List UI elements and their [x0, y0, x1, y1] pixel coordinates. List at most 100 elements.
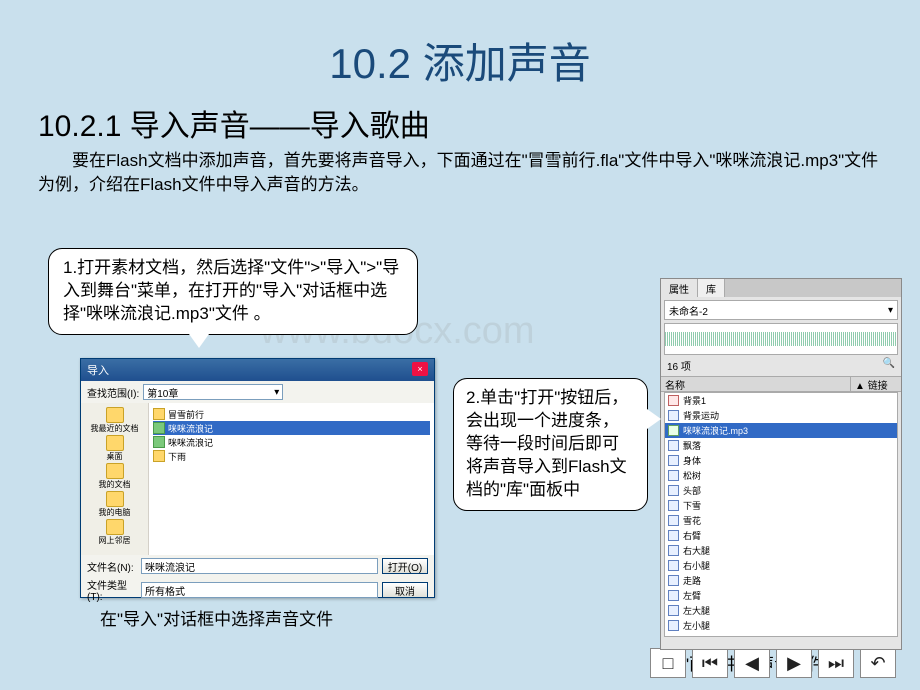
- places-item-label: 我的文档: [86, 479, 144, 490]
- file-name: 冒雪前行: [168, 408, 204, 421]
- library-doc-combo[interactable]: 未命名-2 ▾: [664, 300, 898, 320]
- folder-icon: [106, 519, 124, 535]
- tab-properties[interactable]: 属性: [661, 279, 698, 297]
- places-item-label: 网上邻居: [86, 535, 144, 546]
- nav-next-button[interactable]: ▶: [776, 648, 812, 678]
- filetype-combo[interactable]: 所有格式: [141, 582, 378, 598]
- callout-step-1: 1.打开素材文档，然后选择"文件">"导入">"导入到舞台"菜单，在打开的"导入…: [48, 248, 418, 335]
- file-row[interactable]: 咪咪流浪记: [153, 421, 430, 435]
- library-item[interactable]: 头部: [665, 483, 897, 498]
- places-item-label: 我的电脑: [86, 507, 144, 518]
- col-link[interactable]: ▲ 链接: [851, 377, 901, 391]
- library-item[interactable]: 左小腿: [665, 618, 897, 633]
- places-sidebar: 我最近的文档桌面我的文档我的电脑网上邻居: [81, 403, 149, 555]
- library-item[interactable]: 右大腿: [665, 543, 897, 558]
- library-item-name: 左小腿: [683, 619, 710, 632]
- folder-icon: [106, 407, 124, 423]
- folder-icon: [153, 408, 165, 420]
- library-item[interactable]: 左大腿: [665, 603, 897, 618]
- library-item[interactable]: 飘落: [665, 438, 897, 453]
- intro-paragraph: 要在Flash文档中添加声音，首先要将声音导入，下面通过在"冒雪前行.fla"文…: [38, 149, 882, 197]
- library-item[interactable]: 松树: [665, 468, 897, 483]
- library-item-name: 松树: [683, 469, 701, 482]
- library-item-name: 雪花: [683, 514, 701, 527]
- movieclip-icon: [668, 545, 679, 556]
- dialog-body: 我最近的文档桌面我的文档我的电脑网上邻居 冒雪前行咪咪流浪记咪咪流浪记下雨: [81, 403, 434, 555]
- movieclip-icon: [668, 500, 679, 511]
- library-panel: 属性 库 未命名-2 ▾ 16 项 🔍 名称 ▲ 链接 背景1背景运动咪咪流浪记…: [660, 278, 902, 650]
- chevron-down-icon: ▾: [274, 387, 279, 398]
- file-row[interactable]: 冒雪前行: [153, 407, 430, 421]
- chevron-down-icon: ▾: [888, 305, 893, 316]
- search-icon[interactable]: 🔍: [883, 358, 895, 373]
- library-item-name: 背景运动: [683, 409, 719, 422]
- filename-label: 文件名(N):: [87, 559, 137, 574]
- library-item[interactable]: 背景1: [665, 393, 897, 408]
- col-name[interactable]: 名称: [661, 377, 851, 391]
- nav-last-button[interactable]: ⏭: [818, 648, 854, 678]
- library-item[interactable]: 下雪: [665, 498, 897, 513]
- tab-library[interactable]: 库: [698, 279, 725, 297]
- lookin-label: 查找范围(I):: [87, 385, 139, 400]
- graphic-icon: [668, 395, 679, 406]
- places-item-label: 桌面: [86, 451, 144, 462]
- library-item-name: 左大腿: [683, 604, 710, 617]
- file-row[interactable]: 下雨: [153, 449, 430, 463]
- audio-icon: [153, 422, 165, 434]
- places-item[interactable]: 网上邻居: [86, 519, 144, 545]
- nav-buttons: □ ⏮ ◀ ▶ ⏭ ↶: [650, 648, 896, 678]
- file-name: 下雨: [168, 450, 186, 463]
- nav-stop-button[interactable]: □: [650, 648, 686, 678]
- places-item[interactable]: 桌面: [86, 435, 144, 461]
- library-item[interactable]: 右臂: [665, 528, 897, 543]
- folder-icon: [106, 463, 124, 479]
- movieclip-icon: [668, 515, 679, 526]
- places-item[interactable]: 我的文档: [86, 463, 144, 489]
- library-item[interactable]: 咪咪流浪记.mp3: [665, 423, 897, 438]
- nav-prev-button[interactable]: ◀: [734, 648, 770, 678]
- movieclip-icon: [668, 560, 679, 571]
- places-item[interactable]: 我最近的文档: [86, 407, 144, 433]
- file-list[interactable]: 冒雪前行咪咪流浪记咪咪流浪记下雨: [149, 403, 434, 555]
- library-item-name: 头部: [683, 484, 701, 497]
- folder-combo[interactable]: 第10章 ▾: [143, 384, 283, 400]
- library-item[interactable]: 雪花: [665, 513, 897, 528]
- folder-icon: [153, 450, 165, 462]
- library-item-name: 身体: [683, 454, 701, 467]
- folder-icon: [106, 491, 124, 507]
- dialog-titlebar: 导入 ×: [81, 359, 434, 381]
- library-count-row: 16 项 🔍: [661, 355, 901, 376]
- library-item[interactable]: 左臂: [665, 588, 897, 603]
- library-list[interactable]: 背景1背景运动咪咪流浪记.mp3飘落身体松树头部下雪雪花右臂右大腿右小腿走路左臂…: [664, 392, 898, 637]
- library-item-name: 右小腿: [683, 559, 710, 572]
- library-item-name: 下雪: [683, 499, 701, 512]
- library-item[interactable]: 右小腿: [665, 558, 897, 573]
- file-row[interactable]: 咪咪流浪记: [153, 435, 430, 449]
- library-item[interactable]: 身体: [665, 453, 897, 468]
- file-name: 咪咪流浪记: [168, 436, 213, 449]
- library-item[interactable]: 背景运动: [665, 408, 897, 423]
- nav-return-button[interactable]: ↶: [860, 648, 896, 678]
- close-icon[interactable]: ×: [412, 362, 428, 376]
- library-item-count: 16 项: [667, 358, 691, 373]
- places-item-label: 我最近的文档: [86, 423, 144, 434]
- library-tabs: 属性 库: [661, 279, 901, 297]
- library-item-name: 右臂: [683, 529, 701, 542]
- nav-first-button[interactable]: ⏮: [692, 648, 728, 678]
- cancel-button[interactable]: 取消: [382, 582, 428, 598]
- movieclip-icon: [668, 485, 679, 496]
- library-doc-name: 未命名-2: [669, 303, 708, 318]
- movieclip-icon: [668, 575, 679, 586]
- library-item[interactable]: 走路: [665, 573, 897, 588]
- file-name: 咪咪流浪记: [168, 422, 213, 435]
- folder-icon: [106, 435, 124, 451]
- library-item-name: 走路: [683, 574, 701, 587]
- waveform-preview: [664, 323, 898, 355]
- filename-combo[interactable]: 咪咪流浪记: [141, 558, 378, 574]
- open-button[interactable]: 打开(O): [382, 558, 428, 574]
- movieclip-icon: [668, 590, 679, 601]
- movieclip-icon: [668, 605, 679, 616]
- import-dialog: 导入 × 查找范围(I): 第10章 ▾ 我最近的文档桌面我的文档我的电脑网上邻…: [80, 358, 435, 598]
- slide-title: 10.2 添加声音: [0, 0, 920, 91]
- places-item[interactable]: 我的电脑: [86, 491, 144, 517]
